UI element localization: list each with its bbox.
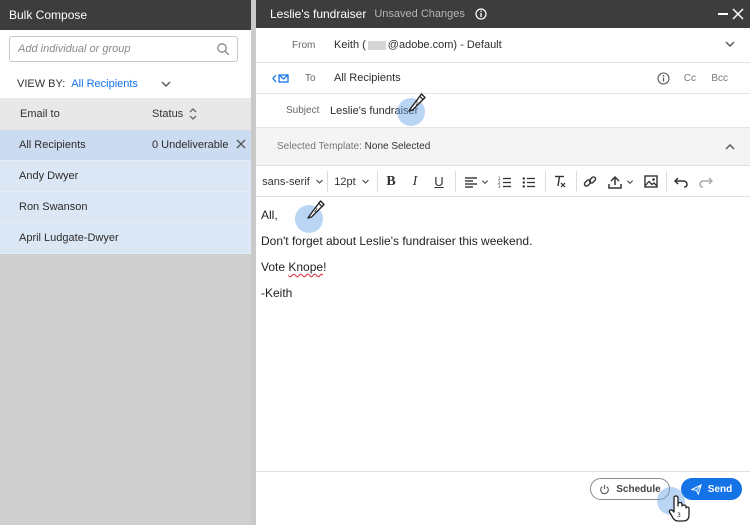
chevron-down-icon xyxy=(361,179,369,184)
from-field[interactable]: From Keith (@adobe.com) - Default xyxy=(256,28,750,63)
unsaved-status: Unsaved Changes xyxy=(374,8,465,20)
image-icon xyxy=(644,175,658,188)
clear-format-icon xyxy=(555,175,566,188)
search-input[interactable] xyxy=(18,43,198,55)
column-header-email[interactable]: Email to xyxy=(20,108,60,120)
to-value[interactable]: All Recipients xyxy=(334,72,401,84)
font-family-value: sans-serif xyxy=(262,175,310,188)
chevron-down-icon xyxy=(315,179,323,184)
align-left-icon xyxy=(464,176,477,188)
underline-button[interactable]: U xyxy=(431,166,447,197)
redo-icon xyxy=(699,176,713,188)
hand-cursor-icon: 3 xyxy=(668,495,690,522)
body-line: Don't forget about Leslie's fundraiser t… xyxy=(261,234,533,248)
pencil-icon: 1 xyxy=(408,93,426,112)
schedule-label: Schedule xyxy=(616,483,661,495)
font-size-value: 12pt xyxy=(334,175,356,188)
chevron-down-icon xyxy=(481,179,488,184)
svg-text:1: 1 xyxy=(415,100,419,107)
minimize-icon[interactable] xyxy=(718,13,728,15)
send-icon xyxy=(690,483,702,495)
column-header-status[interactable]: Status xyxy=(152,108,183,120)
numbered-list-icon: 123 xyxy=(498,176,511,188)
bullet-list-icon xyxy=(522,176,535,188)
recipient-name: All Recipients xyxy=(19,139,86,151)
view-by-selector[interactable]: VIEW BY: All Recipients xyxy=(17,78,172,90)
undo-button[interactable] xyxy=(673,166,689,197)
to-label: To xyxy=(305,72,316,84)
send-label: Send xyxy=(707,483,733,495)
table-row[interactable]: Ron Swanson xyxy=(0,192,251,223)
chevron-down-icon xyxy=(626,179,634,184)
align-button[interactable] xyxy=(461,166,491,197)
chevron-down-icon[interactable] xyxy=(160,78,172,90)
numbered-list-button[interactable]: 123 xyxy=(497,166,513,197)
selected-template: Selected Template: None Selected xyxy=(277,141,431,152)
bcc-button[interactable]: Bcc xyxy=(711,73,728,84)
link-button[interactable] xyxy=(582,166,598,197)
font-size-select[interactable]: 12pt xyxy=(334,166,370,197)
redacted-text xyxy=(367,40,386,50)
body-line: Vote Knope! xyxy=(261,260,327,274)
cc-button[interactable]: Cc xyxy=(684,73,696,84)
svg-text:2: 2 xyxy=(314,207,318,214)
chevron-down-icon[interactable] xyxy=(724,38,736,50)
table-row[interactable]: Andy Dwyer xyxy=(0,161,251,192)
close-icon[interactable] xyxy=(235,138,247,150)
upload-button[interactable] xyxy=(605,166,637,197)
redo-button[interactable] xyxy=(698,166,714,197)
recipient-search[interactable] xyxy=(9,36,238,62)
clear-format-button[interactable] xyxy=(552,166,568,197)
address-book-icon[interactable] xyxy=(272,72,290,85)
subject-field[interactable]: Subject Leslie's fundraiser xyxy=(256,94,750,128)
info-icon[interactable] xyxy=(657,72,670,85)
undo-icon xyxy=(674,176,688,188)
italic-button[interactable]: I xyxy=(407,166,423,197)
table-row[interactable]: All Recipients 0 Undeliverable xyxy=(0,130,251,161)
svg-text:3: 3 xyxy=(498,184,501,188)
to-field[interactable]: To All Recipients Cc Bcc xyxy=(256,63,750,94)
recipient-name: Ron Swanson xyxy=(19,201,88,213)
info-icon[interactable] xyxy=(475,8,487,20)
recipient-status: 0 Undeliverable xyxy=(152,139,229,151)
send-button[interactable]: Send xyxy=(681,478,742,500)
view-by-value[interactable]: All Recipients xyxy=(71,78,138,90)
font-family-select[interactable]: sans-serif xyxy=(262,166,324,197)
recipient-name: April Ludgate-Dwyer xyxy=(19,232,119,244)
recipients-panel: Bulk Compose VIEW BY: All Recipients Ema… xyxy=(0,0,251,525)
sort-icon[interactable] xyxy=(187,106,199,122)
chevron-up-icon[interactable] xyxy=(724,141,736,153)
from-value[interactable]: Keith (@adobe.com) - Default xyxy=(334,39,502,51)
compose-panel: Leslie's fundraiser Unsaved Changes From… xyxy=(256,0,750,525)
subject-label: Subject xyxy=(286,105,320,116)
insert-image-button[interactable] xyxy=(643,166,659,197)
recipients-controls: VIEW BY: All Recipients xyxy=(0,30,251,98)
body-line: -Keith xyxy=(261,286,293,300)
bold-button[interactable]: B xyxy=(383,166,399,197)
compose-titlebar: Leslie's fundraiser Unsaved Changes xyxy=(256,0,750,28)
from-label: From xyxy=(292,39,316,51)
view-by-label: VIEW BY: xyxy=(17,78,66,90)
compose-title: Leslie's fundraiser xyxy=(270,7,367,21)
recipients-table-header: Email to Status xyxy=(0,98,251,130)
table-row[interactable]: April Ludgate-Dwyer xyxy=(0,223,251,254)
misspelled-word[interactable]: Knope xyxy=(288,260,323,274)
svg-text:3: 3 xyxy=(677,512,681,519)
template-value: None Selected xyxy=(364,141,431,152)
bullet-list-button[interactable] xyxy=(521,166,537,197)
panel-title: Bulk Compose xyxy=(0,0,251,30)
template-bar[interactable]: Selected Template: None Selected xyxy=(256,128,750,166)
close-icon[interactable] xyxy=(732,8,744,20)
format-toolbar: sans-serif 12pt B I U 123 xyxy=(256,166,750,197)
upload-icon xyxy=(608,175,622,189)
pencil-icon: 2 xyxy=(307,200,325,219)
search-icon[interactable] xyxy=(216,42,230,56)
power-icon xyxy=(600,484,610,494)
link-icon xyxy=(583,175,597,187)
recipient-name: Andy Dwyer xyxy=(19,170,79,182)
